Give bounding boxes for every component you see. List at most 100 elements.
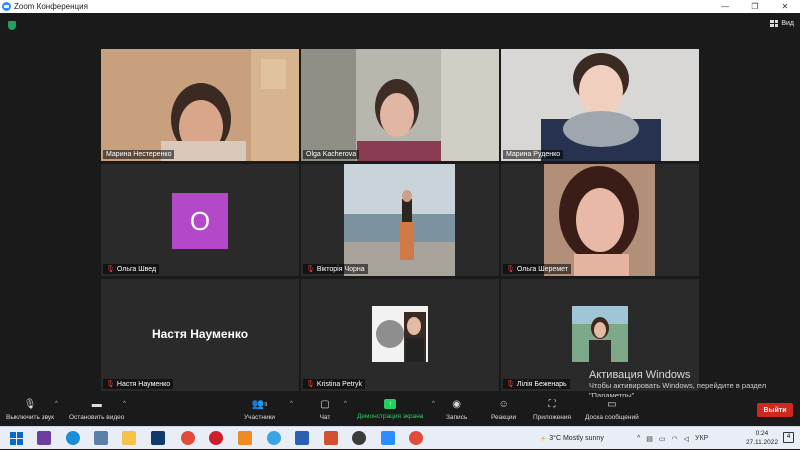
- participant-video: [101, 49, 299, 161]
- view-button[interactable]: Вид: [770, 20, 794, 27]
- weather-sun-icon: ☀: [540, 435, 547, 443]
- whiteboard-button[interactable]: ▭ Доска сообщений: [585, 399, 639, 421]
- stop-video-button[interactable]: ▬ Остановить видео: [69, 399, 124, 421]
- video-camera-icon: ▬: [91, 399, 102, 410]
- volume-icon[interactable]: ◁: [684, 435, 689, 443]
- share-screen-button[interactable]: ↑ Демонстрация экрана: [357, 399, 423, 420]
- view-label: Вид: [781, 20, 794, 27]
- audio-options-caret-icon[interactable]: ^: [55, 401, 58, 407]
- clock-date: 27.11.2022: [745, 439, 778, 446]
- notification-center-icon[interactable]: 4: [783, 432, 794, 443]
- weather-widget[interactable]: ☀ 3°C Mostly sunny: [540, 427, 604, 450]
- taskbar-clock[interactable]: 0:24 27.11.2022: [746, 429, 778, 447]
- participant-photo: [372, 306, 428, 362]
- participant-name: Марина Руденко: [503, 150, 564, 159]
- participant-video: [301, 49, 499, 161]
- participant-tile[interactable]: Настя Науменко 🎙 Настя Науменко: [101, 279, 299, 391]
- app-icon[interactable]: [37, 431, 51, 445]
- video-options-caret-icon[interactable]: ^: [123, 401, 126, 407]
- windows-start-icon[interactable]: [9, 431, 23, 445]
- participant-name: 🎙 Вікторія Чорна: [303, 264, 368, 274]
- participant-tile[interactable]: О 🎙 Ольга Швед: [101, 164, 299, 276]
- powerpoint-icon[interactable]: [324, 431, 338, 445]
- reactions-button[interactable]: ☺ Реакции: [491, 399, 516, 421]
- chrome-icon[interactable]: [181, 431, 195, 445]
- participant-tile[interactable]: Марина Нестеренко: [101, 49, 299, 161]
- mute-button[interactable]: 🎙 Выключить звук: [6, 399, 54, 421]
- participant-photo: [544, 164, 655, 276]
- apps-icon: ⛶: [548, 399, 556, 410]
- window-title: Zoom Конференция: [14, 2, 88, 11]
- participant-tile[interactable]: 🎙 Kristina Petryk: [301, 279, 499, 391]
- zoom-logo-icon: [2, 2, 11, 11]
- weather-text: 3°C Mostly sunny: [549, 435, 604, 442]
- participants-button[interactable]: 👥 9 Участники: [244, 399, 275, 421]
- wifi-icon[interactable]: ◠: [672, 435, 678, 443]
- language-indicator[interactable]: УКР: [695, 435, 708, 442]
- participant-tile[interactable]: 🎙 Ольга Шеремет: [501, 164, 699, 276]
- chrome-icon[interactable]: [409, 431, 423, 445]
- network-icon[interactable]: ▤: [646, 435, 653, 443]
- encryption-shield-icon[interactable]: [8, 21, 16, 30]
- share-screen-icon: ↑: [384, 399, 397, 409]
- participant-name: 🎙 Ольга Швед: [103, 264, 160, 274]
- watermark-title: Активация Windows: [589, 369, 691, 381]
- zoom-taskbar-icon[interactable]: [381, 431, 395, 445]
- window-titlebar: Zoom Конференция — ❐ ✕: [0, 0, 800, 13]
- app-icon[interactable]: [238, 431, 252, 445]
- grid-view-icon: [770, 20, 779, 27]
- participant-photo: [344, 164, 455, 276]
- chat-button[interactable]: ▢ Чат: [319, 399, 331, 421]
- mic-muted-icon: 🎙: [506, 266, 515, 273]
- mic-muted-icon: 🎙: [506, 381, 515, 388]
- participants-icon: 👥 9: [251, 399, 268, 410]
- settings-gear-icon[interactable]: [352, 431, 366, 445]
- participant-tile[interactable]: Марина Руденко: [501, 49, 699, 161]
- chat-options-caret-icon[interactable]: ^: [344, 401, 347, 407]
- participant-photo: [572, 306, 628, 362]
- edge-icon[interactable]: [66, 431, 80, 445]
- battery-icon[interactable]: ▭: [659, 435, 666, 443]
- participant-display-name: Настя Науменко: [151, 327, 249, 341]
- folder-icon[interactable]: [122, 431, 136, 445]
- maximize-button[interactable]: ❐: [740, 0, 770, 13]
- participant-name: Olga Kacherova: [303, 150, 360, 159]
- word-icon[interactable]: [295, 431, 309, 445]
- participant-name: 🎙 Настя Науменко: [103, 379, 174, 389]
- photoshop-icon[interactable]: [151, 431, 165, 445]
- participants-count: 9: [264, 401, 268, 408]
- participant-tile[interactable]: Olga Kacherova: [301, 49, 499, 161]
- windows-taskbar: ☀ 3°C Mostly sunny ^ ▤ ▭ ◠ ◁ УКР 0:24 27…: [0, 426, 800, 449]
- mic-muted-icon: 🎙: [306, 381, 315, 388]
- participant-tile[interactable]: 🎙 Вікторія Чорна: [301, 164, 499, 276]
- telegram-icon[interactable]: [267, 431, 281, 445]
- minimize-button[interactable]: —: [710, 0, 740, 13]
- opera-icon[interactable]: [209, 431, 223, 445]
- participants-options-caret-icon[interactable]: ^: [290, 401, 293, 407]
- participant-name: 🎙 Kristina Petryk: [303, 379, 366, 389]
- hidden-icons-caret-icon[interactable]: ^: [637, 435, 640, 442]
- leave-button[interactable]: Выйти: [757, 403, 793, 417]
- clock-time: 0:24: [755, 430, 769, 437]
- meeting-toolbar: 🎙 Выключить звук ^ ▬ Остановить видео ^ …: [0, 397, 800, 426]
- record-icon: ◉: [452, 399, 462, 410]
- apps-button[interactable]: ⛶ Приложения: [533, 399, 571, 421]
- participant-name: 🎙 Лілія Беженарь: [503, 379, 570, 389]
- participant-video: [501, 49, 699, 161]
- participant-name: Марина Нестеренко: [103, 150, 175, 159]
- microphone-icon: 🎙: [23, 399, 37, 410]
- whiteboard-icon: ▭: [607, 399, 617, 410]
- close-button[interactable]: ✕: [770, 0, 800, 13]
- system-tray: ^ ▤ ▭ ◠ ◁ УКР: [637, 427, 708, 450]
- app-icon[interactable]: [94, 431, 108, 445]
- participant-avatar: О: [172, 193, 228, 249]
- participant-name: 🎙 Ольга Шеремет: [503, 264, 571, 274]
- mic-muted-icon: 🎙: [306, 266, 315, 273]
- chat-bubble-icon: ▢: [320, 399, 330, 410]
- share-options-caret-icon[interactable]: ^: [432, 401, 435, 407]
- emoji-icon: ☺: [498, 399, 509, 410]
- mic-muted-icon: 🎙: [106, 381, 115, 388]
- mic-muted-icon: 🎙: [106, 266, 115, 273]
- record-button[interactable]: ◉ Запись: [446, 399, 467, 421]
- meeting-stage: Вид Марина Нестеренко Olga Kacherova Мар…: [0, 13, 800, 400]
